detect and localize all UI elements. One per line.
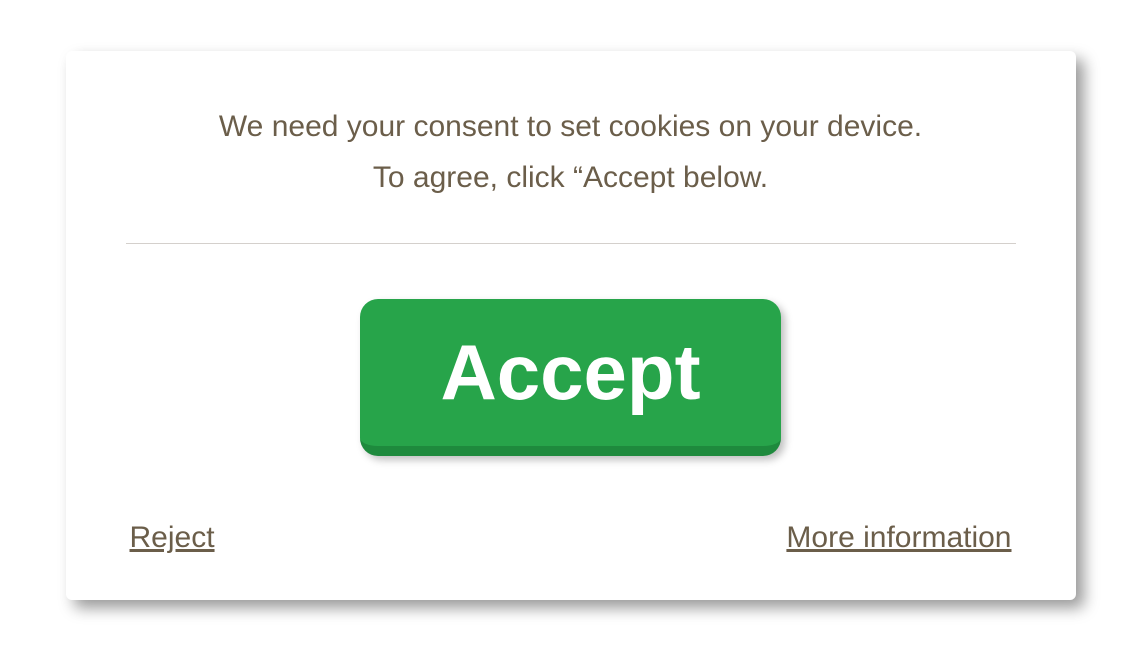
message-line-1: We need your consent to set cookies on y…	[219, 110, 922, 143]
links-row: Reject More information	[126, 521, 1016, 555]
reject-link[interactable]: Reject	[130, 521, 215, 555]
cookie-consent-dialog: We need your consent to set cookies on y…	[66, 51, 1076, 600]
consent-message: We need your consent to set cookies on y…	[126, 101, 1016, 203]
divider	[126, 243, 1016, 244]
accept-button-container: Accept	[126, 299, 1016, 456]
more-information-link[interactable]: More information	[786, 521, 1011, 555]
accept-button[interactable]: Accept	[360, 299, 780, 456]
message-line-2: To agree, click “Accept below.	[373, 161, 768, 194]
